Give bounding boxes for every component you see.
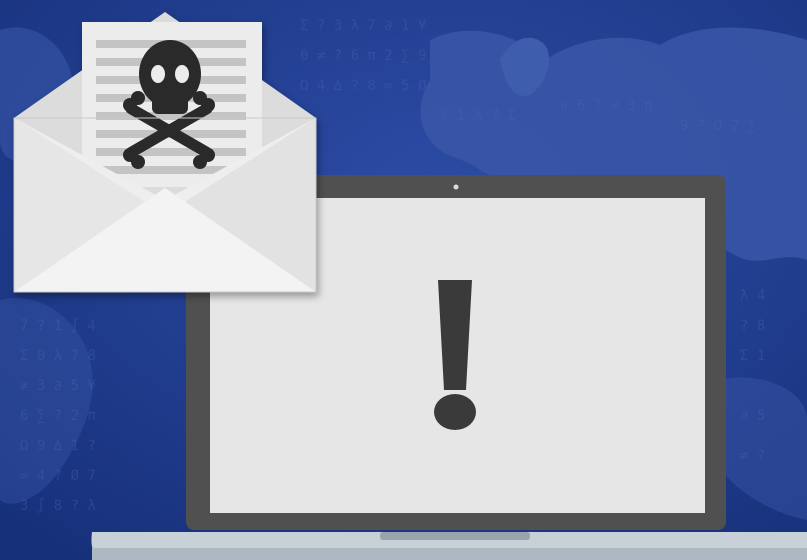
svg-text:9 ? Ω 2 ∑: 9 ? Ω 2 ∑ — [680, 118, 756, 134]
svg-text:∂ 5: ∂ 5 — [740, 408, 765, 424]
svg-text:∞ 4 ? Ø 7: ∞ 4 ? Ø 7 — [20, 468, 96, 484]
svg-text:λ 4: λ 4 — [740, 288, 765, 304]
illustration-canvas: 7 ? 1 ∫ 4 Σ 0 λ ? 8 ≠ 3 ∂ 5 ¥ 6 ∑ ? 2 π … — [0, 0, 807, 560]
svg-text:? 1 λ 7 Σ: ? 1 λ 7 Σ — [440, 108, 516, 124]
svg-text:Ω 9 ∆ 1 ?: Ω 9 ∆ 1 ? — [20, 438, 96, 454]
svg-text:Ω 4 ∆ ? 8 ∞ 5 Ø: Ω 4 ∆ ? 8 ∞ 5 Ø — [300, 78, 427, 94]
laptop-camera — [453, 184, 459, 190]
laptop-hinge — [380, 532, 530, 540]
svg-text:Σ ? 3 λ 7 ∂ 1 ¥: Σ ? 3 λ 7 ∂ 1 ¥ — [300, 18, 427, 34]
svg-text:0 ≠ ? 6 π 2 ∑ 9: 0 ≠ ? 6 π 2 ∑ 9 — [300, 48, 426, 64]
svg-text:? 8: ? 8 — [740, 318, 765, 334]
phishing-illustration: 7 ? 1 ∫ 4 Σ 0 λ ? 8 ≠ 3 ∂ 5 ¥ 6 ∑ ? 2 π … — [0, 0, 807, 560]
laptop-base-edge — [92, 548, 807, 560]
svg-text:6 ∑ ? 2 π: 6 ∑ ? 2 π — [20, 408, 96, 424]
svg-text:∂ 6 ? ≠ 3 π: ∂ 6 ? ≠ 3 π — [560, 98, 653, 114]
svg-text:Σ 0 λ ? 8: Σ 0 λ ? 8 — [20, 348, 96, 364]
svg-text:7 ? 1 ∫ 4: 7 ? 1 ∫ 4 — [20, 317, 96, 334]
svg-text:≠ ?: ≠ ? — [740, 448, 765, 464]
svg-text:3 ∫ 8 ? λ: 3 ∫ 8 ? λ — [20, 497, 96, 514]
svg-text:≠ 3 ∂ 5 ¥: ≠ 3 ∂ 5 ¥ — [20, 378, 96, 394]
svg-text:Σ 1: Σ 1 — [740, 348, 765, 364]
